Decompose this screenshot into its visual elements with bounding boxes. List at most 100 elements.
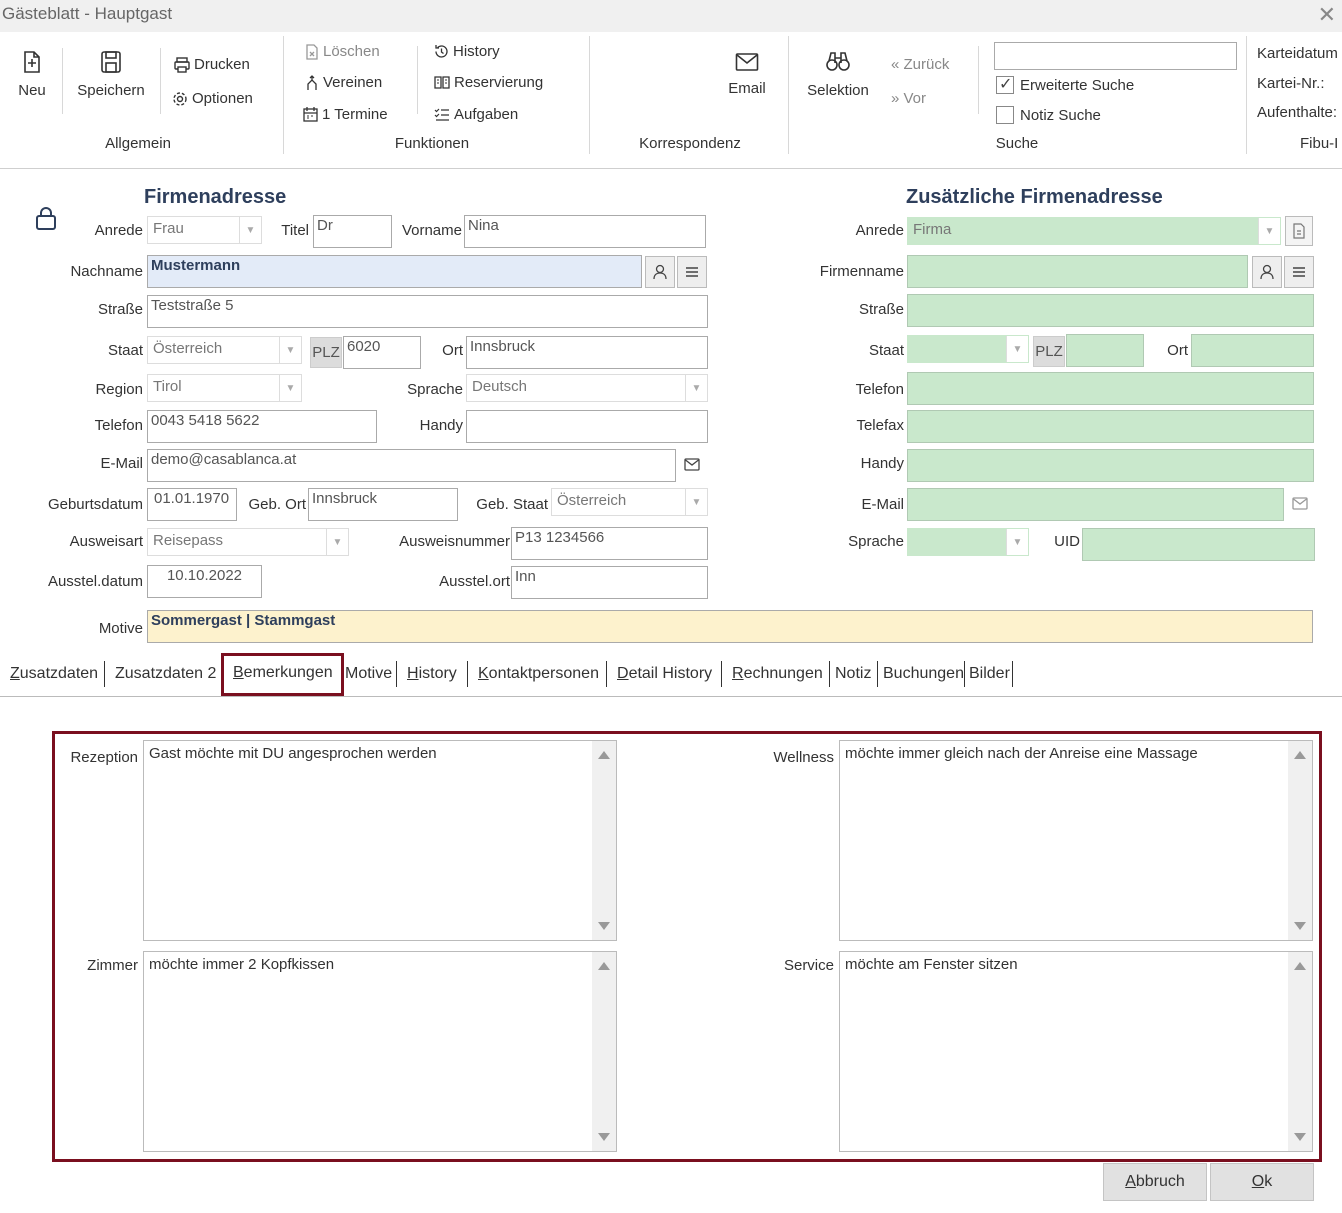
email-field[interactable]: demo@casablanca.at	[147, 449, 676, 482]
note-search-checkbox[interactable]: Notiz Suche	[996, 106, 1101, 124]
phone-field[interactable]: 0043 5418 5622	[147, 410, 377, 443]
email-button[interactable]: Email	[722, 52, 772, 97]
tab-history[interactable]: History	[407, 665, 457, 683]
checkbox-checked-icon	[996, 74, 1014, 94]
scroll-down-icon[interactable]	[1294, 922, 1306, 930]
mobile-field[interactable]	[466, 410, 708, 443]
company-street-field[interactable]	[907, 294, 1314, 327]
tasks-button[interactable]: Aufgaben	[434, 106, 518, 123]
country-value: Österreich	[153, 340, 223, 357]
person-lookup-button[interactable]	[1252, 256, 1282, 288]
issue-date-field[interactable]: 10.10.2022	[147, 565, 262, 598]
motive-field[interactable]: Sommergast | Stammgast	[147, 610, 1313, 643]
room-notes-textarea[interactable]: möchte immer 2 Kopfkissen	[143, 951, 617, 1152]
label-staat: Staat	[868, 342, 904, 359]
company-language-select[interactable]: ▼	[907, 528, 1029, 556]
forward-button[interactable]: » Vor	[891, 90, 926, 107]
tab-buchungen[interactable]: Buchungen	[883, 665, 964, 683]
id-number-field[interactable]: P13 1234566	[511, 527, 708, 560]
postal-code-field[interactable]: 6020	[343, 336, 421, 369]
stays-label: Aufenthalte:	[1257, 104, 1338, 121]
options-button[interactable]: Optionen	[172, 90, 253, 107]
language-value: Deutsch	[472, 378, 528, 395]
country-select[interactable]: Österreich ▼	[147, 336, 302, 364]
id-type-select[interactable]: Reisepass ▼	[147, 528, 349, 556]
scroll-up-icon[interactable]	[598, 751, 610, 759]
birth-country-value: Österreich	[557, 492, 627, 509]
city-field[interactable]: Innsbruck	[466, 336, 708, 369]
street-field[interactable]: Teststraße 5	[147, 295, 708, 328]
company-postal-code-field[interactable]	[1066, 334, 1144, 367]
menu-button[interactable]	[1284, 256, 1314, 288]
company-city-field[interactable]	[1191, 334, 1314, 367]
new-button[interactable]: Neu	[14, 50, 50, 99]
birth-place-field[interactable]: Innsbruck	[308, 488, 458, 521]
ok-button[interactable]: Ok	[1210, 1163, 1314, 1201]
scroll-up-icon[interactable]	[598, 962, 610, 970]
language-select[interactable]: Deutsch ▼	[466, 374, 708, 402]
send-email-icon[interactable]	[1292, 497, 1308, 514]
merge-button[interactable]: Vereinen	[305, 74, 382, 91]
scroll-down-icon[interactable]	[1294, 1133, 1306, 1141]
tab-zusatzdaten[interactable]: Zusatzdaten	[10, 665, 98, 683]
tab-notiz[interactable]: Notiz	[835, 665, 871, 683]
history-button[interactable]: History	[434, 43, 500, 60]
card-date-label: Karteidatum	[1257, 45, 1338, 62]
service-notes-textarea[interactable]: möchte am Fenster sitzen	[839, 951, 1313, 1152]
salutation-select[interactable]: Frau ▼	[147, 216, 262, 244]
tab-zusatzdaten-2[interactable]: Zusatzdaten 2	[115, 665, 216, 683]
hamburger-icon	[1293, 267, 1305, 277]
copy-address-button[interactable]	[1285, 216, 1313, 246]
tab-motive[interactable]: Motive	[345, 665, 392, 683]
scroll-down-icon[interactable]	[598, 922, 610, 930]
company-mobile-field[interactable]	[907, 449, 1314, 482]
title-field[interactable]: Dr	[313, 215, 392, 248]
delete-button[interactable]: Löschen	[305, 43, 380, 60]
birth-country-select[interactable]: Österreich ▼	[551, 488, 708, 516]
reception-notes-textarea[interactable]: Gast möchte mit DU angesprochen werden	[143, 740, 617, 941]
scrollbar[interactable]	[592, 741, 616, 940]
tab-rechnungen[interactable]: Rechnungen	[732, 665, 823, 683]
tab-bilder[interactable]: Bilder	[969, 665, 1010, 683]
company-fax-field[interactable]	[907, 410, 1314, 443]
group-label-funktionen: Funktionen	[394, 135, 470, 152]
print-button[interactable]: Drucken	[174, 56, 250, 73]
company-phone-field[interactable]	[907, 372, 1314, 405]
company-name-field[interactable]	[907, 255, 1248, 288]
first-name-field[interactable]: Nina	[464, 215, 706, 248]
company-country-select[interactable]: ▼	[907, 335, 1029, 363]
uid-field[interactable]	[1082, 528, 1315, 561]
wellness-notes-textarea[interactable]: möchte immer gleich nach der Anreise ein…	[839, 740, 1313, 941]
person-lookup-button[interactable]	[645, 256, 675, 288]
company-email-field[interactable]	[907, 488, 1284, 521]
region-select[interactable]: Tirol ▼	[147, 374, 302, 402]
company-salutation-select[interactable]: Firma ▼	[907, 217, 1281, 245]
scrollbar[interactable]	[1288, 952, 1312, 1151]
scrollbar[interactable]	[592, 952, 616, 1151]
cancel-button[interactable]: Abbruch	[1103, 1163, 1207, 1201]
extended-search-checkbox[interactable]: Erweiterte Suche	[996, 74, 1134, 94]
appointments-button[interactable]: 1 Termine	[303, 106, 388, 123]
menu-button[interactable]	[677, 256, 707, 288]
send-email-icon[interactable]	[684, 458, 700, 475]
selection-button[interactable]: Selektion	[802, 50, 874, 99]
search-input[interactable]	[994, 42, 1237, 70]
scroll-up-icon[interactable]	[1294, 751, 1306, 759]
back-button[interactable]: « Zurück	[891, 56, 949, 73]
scrollbar[interactable]	[1288, 741, 1312, 940]
reservation-button[interactable]: Reservierung	[434, 74, 543, 91]
label-zimmer: Zimmer	[87, 957, 138, 974]
postal-code-lookup-button[interactable]: PLZ	[1033, 336, 1065, 367]
scroll-down-icon[interactable]	[598, 1133, 610, 1141]
close-icon[interactable]: ✕	[1318, 2, 1336, 28]
tab-mnemonic: D	[617, 665, 629, 682]
tab-divider	[467, 661, 468, 687]
postal-code-lookup-button[interactable]: PLZ	[310, 337, 342, 368]
issue-place-field[interactable]: Inn	[511, 566, 708, 599]
birth-date-field[interactable]: 01.01.1970	[147, 488, 237, 521]
tab-kontaktpersonen[interactable]: Kontaktpersonen	[478, 665, 599, 683]
tab-detail-history[interactable]: Detail History	[617, 665, 712, 683]
last-name-field[interactable]: Mustermann	[147, 255, 642, 288]
scroll-up-icon[interactable]	[1294, 962, 1306, 970]
save-button[interactable]: Speichern	[72, 50, 150, 99]
